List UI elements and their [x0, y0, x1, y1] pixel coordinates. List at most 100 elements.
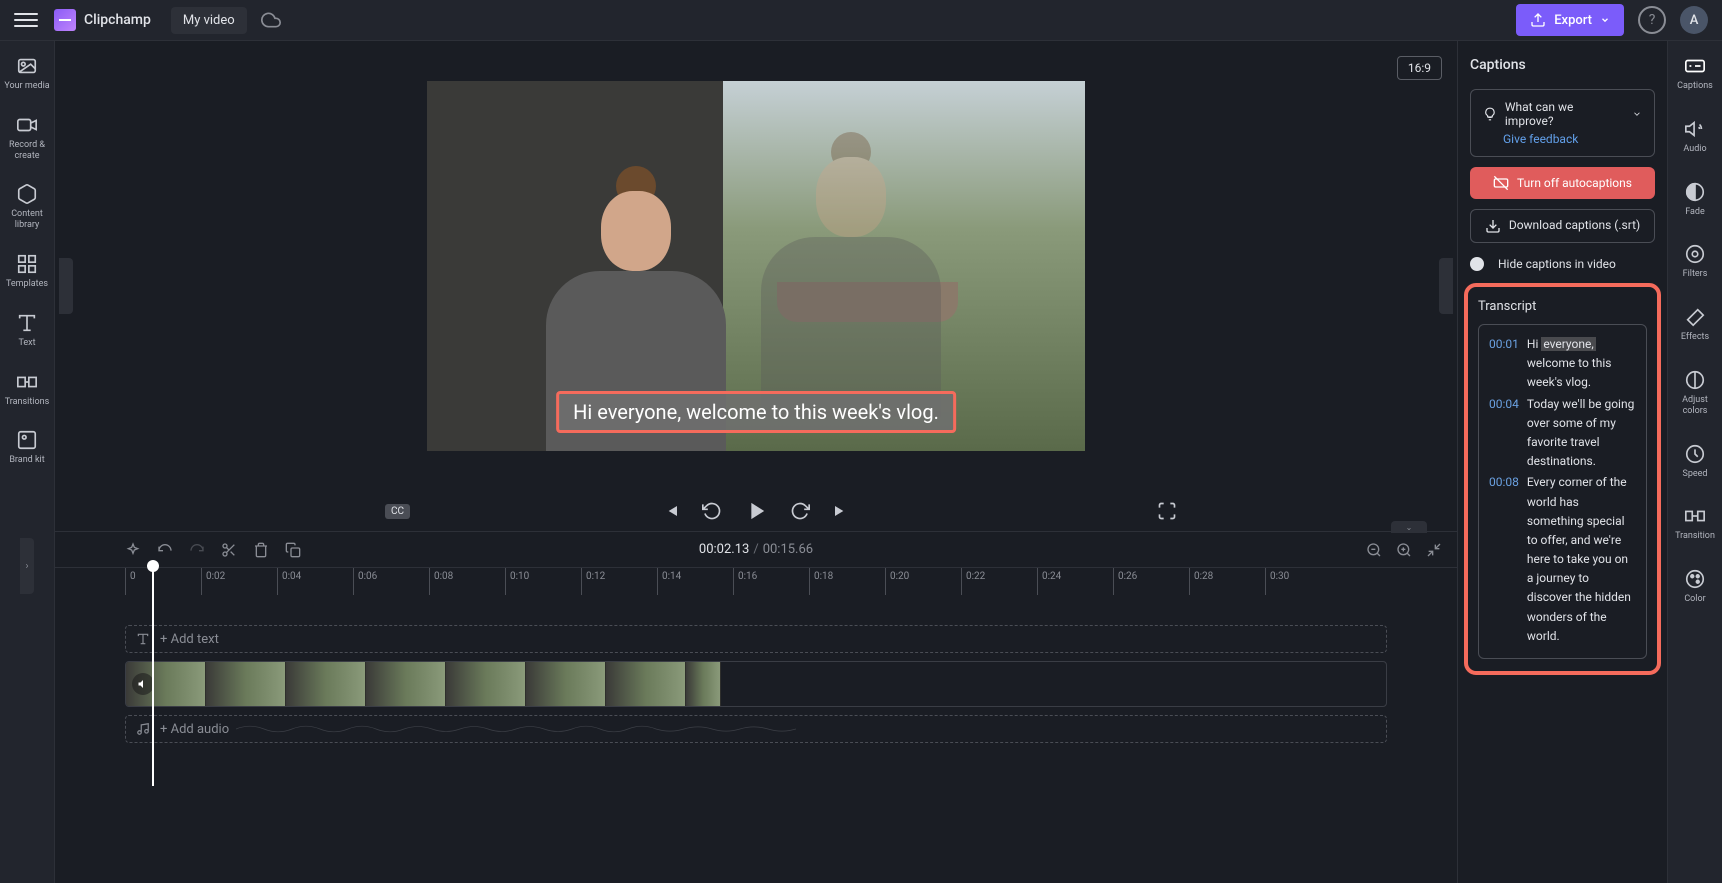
transcript-text[interactable]: Hi everyone, welcome to this week's vlog… [1527, 335, 1636, 393]
waveform [236, 722, 796, 736]
sidebar-item-transitions[interactable]: Transitions [1, 367, 54, 412]
timeline-ruler[interactable]: 00:020:040:060:080:100:120:140:160:180:2… [55, 567, 1457, 595]
rail-item-transition[interactable]: Transition [1671, 501, 1719, 546]
transcript-line[interactable]: 00:08 Every corner of the world has somet… [1489, 473, 1636, 646]
library-icon [16, 183, 38, 205]
cloud-sync-icon[interactable] [261, 10, 281, 30]
fullscreen-icon[interactable] [1157, 501, 1177, 521]
ruler-mark: 0:18 [809, 568, 885, 595]
transcript-text[interactable]: Today we'll be going over some of my fav… [1527, 395, 1636, 472]
text-icon [16, 312, 38, 334]
audio-track[interactable]: + Add audio [125, 715, 1387, 743]
templates-icon [16, 253, 38, 275]
rewind-10-icon[interactable] [702, 501, 722, 521]
caption-overlay: Hi everyone, welcome to this week's vlog… [556, 391, 956, 433]
ruler-mark: 0:02 [201, 568, 277, 595]
hamburger-menu-icon[interactable] [14, 8, 38, 32]
export-button[interactable]: Export [1516, 4, 1624, 36]
transcript-timestamp[interactable]: 00:08 [1489, 473, 1519, 646]
hide-captions-toggle[interactable]: Hide captions in video [1470, 257, 1655, 271]
skip-forward-icon[interactable] [830, 501, 850, 521]
fade-icon [1684, 181, 1706, 203]
feedback-box[interactable]: What can we improve? Give feedback [1470, 89, 1655, 157]
rail-item-speed[interactable]: Speed [1678, 439, 1711, 484]
cc-off-icon [1493, 175, 1509, 191]
redo-icon[interactable] [189, 542, 205, 558]
chevron-down-icon [1632, 109, 1642, 119]
export-label: Export [1554, 13, 1592, 28]
forward-10-icon[interactable] [790, 501, 810, 521]
cc-badge[interactable]: CC [385, 504, 410, 519]
help-icon[interactable]: ? [1638, 6, 1666, 34]
rail-item-fade[interactable]: Fade [1680, 177, 1710, 222]
skip-back-icon[interactable] [662, 501, 682, 521]
right-rail: Captions Audio Fade Filters Effects Adju… [1667, 41, 1722, 883]
video-track[interactable] [125, 661, 1387, 707]
transcript-text[interactable]: Every corner of the world has something … [1527, 473, 1636, 646]
transcript-section: Transcript 00:01 Hi everyone, welcome to … [1464, 283, 1661, 675]
captions-panel: Captions What can we improve? Give feedb… [1457, 41, 1667, 883]
sidebar-item-record-create[interactable]: Record & create [0, 110, 54, 166]
rail-item-adjust-colors[interactable]: Adjust colors [1668, 365, 1722, 421]
timeline-collapse-icon[interactable]: ⌄ [1391, 521, 1427, 533]
sidebar-item-content-library[interactable]: Content library [0, 179, 54, 235]
rail-item-audio[interactable]: Audio [1679, 114, 1710, 159]
ruler-mark: 0:14 [657, 568, 733, 595]
time-display: 00:02.13/00:15.66 [699, 542, 813, 557]
transcript-line[interactable]: 00:04 Today we'll be going over some of m… [1489, 395, 1636, 472]
logo-text: Clipchamp [84, 12, 151, 28]
transcript-timestamp[interactable]: 00:01 [1489, 335, 1519, 393]
avatar[interactable]: A [1680, 6, 1708, 34]
left-rail-expand-icon[interactable]: › [20, 538, 34, 594]
video-title[interactable]: My video [171, 7, 247, 34]
download-icon [1485, 218, 1501, 234]
ruler-mark: 0:10 [505, 568, 581, 595]
left-rail: Your media Record & create Content libra… [0, 41, 55, 883]
turn-off-autocaptions-button[interactable]: Turn off autocaptions [1470, 167, 1655, 199]
zoom-out-icon[interactable] [1366, 542, 1382, 558]
audio-track-icon [136, 722, 150, 736]
cut-icon[interactable] [221, 542, 237, 558]
sidebar-item-templates[interactable]: Templates [2, 249, 52, 294]
ruler-mark: 0:20 [885, 568, 961, 595]
speed-icon [1684, 443, 1706, 465]
sidebar-item-brand-kit[interactable]: Brand kit [5, 425, 48, 470]
upload-icon [1530, 12, 1546, 28]
color-icon [1684, 568, 1706, 590]
fit-icon[interactable] [1426, 542, 1442, 558]
ruler-mark: 0:12 [581, 568, 657, 595]
media-icon [16, 55, 38, 77]
text-track[interactable]: + Add text [125, 625, 1387, 653]
ruler-mark: 0 [125, 568, 201, 595]
magic-icon[interactable] [125, 542, 141, 558]
adjust-colors-icon [1684, 369, 1706, 391]
ruler-mark: 0:22 [961, 568, 1037, 595]
brand-kit-icon [16, 429, 38, 451]
play-icon[interactable] [742, 497, 770, 525]
transition-icon [1684, 505, 1706, 527]
rail-item-color[interactable]: Color [1680, 564, 1710, 609]
effects-icon [1684, 306, 1706, 328]
give-feedback-link[interactable]: Give feedback [1503, 132, 1642, 146]
transcript-title: Transcript [1478, 299, 1647, 314]
transcript-line[interactable]: 00:01 Hi everyone, welcome to this week's… [1489, 335, 1636, 393]
sidebar-item-text[interactable]: Text [12, 308, 42, 353]
undo-icon[interactable] [157, 542, 173, 558]
ruler-mark: 0:28 [1189, 568, 1265, 595]
chevron-down-icon [1600, 15, 1610, 25]
playhead[interactable] [152, 566, 154, 786]
transcript-timestamp[interactable]: 00:04 [1489, 395, 1519, 472]
video-clip[interactable] [126, 662, 721, 706]
clip-audio-icon[interactable] [132, 673, 154, 695]
copy-icon[interactable] [285, 542, 301, 558]
transcript-body[interactable]: 00:01 Hi everyone, welcome to this week's… [1478, 324, 1647, 659]
sidebar-item-your-media[interactable]: Your media [0, 51, 53, 96]
video-preview[interactable]: Hi everyone, welcome to this week's vlog… [427, 81, 1085, 451]
download-captions-button[interactable]: Download captions (.srt) [1470, 209, 1655, 243]
rail-item-captions[interactable]: Captions [1673, 51, 1717, 96]
rail-item-filters[interactable]: Filters [1679, 239, 1712, 284]
zoom-in-icon[interactable] [1396, 542, 1412, 558]
audio-icon [1684, 118, 1706, 140]
delete-icon[interactable] [253, 542, 269, 558]
rail-item-effects[interactable]: Effects [1677, 302, 1713, 347]
